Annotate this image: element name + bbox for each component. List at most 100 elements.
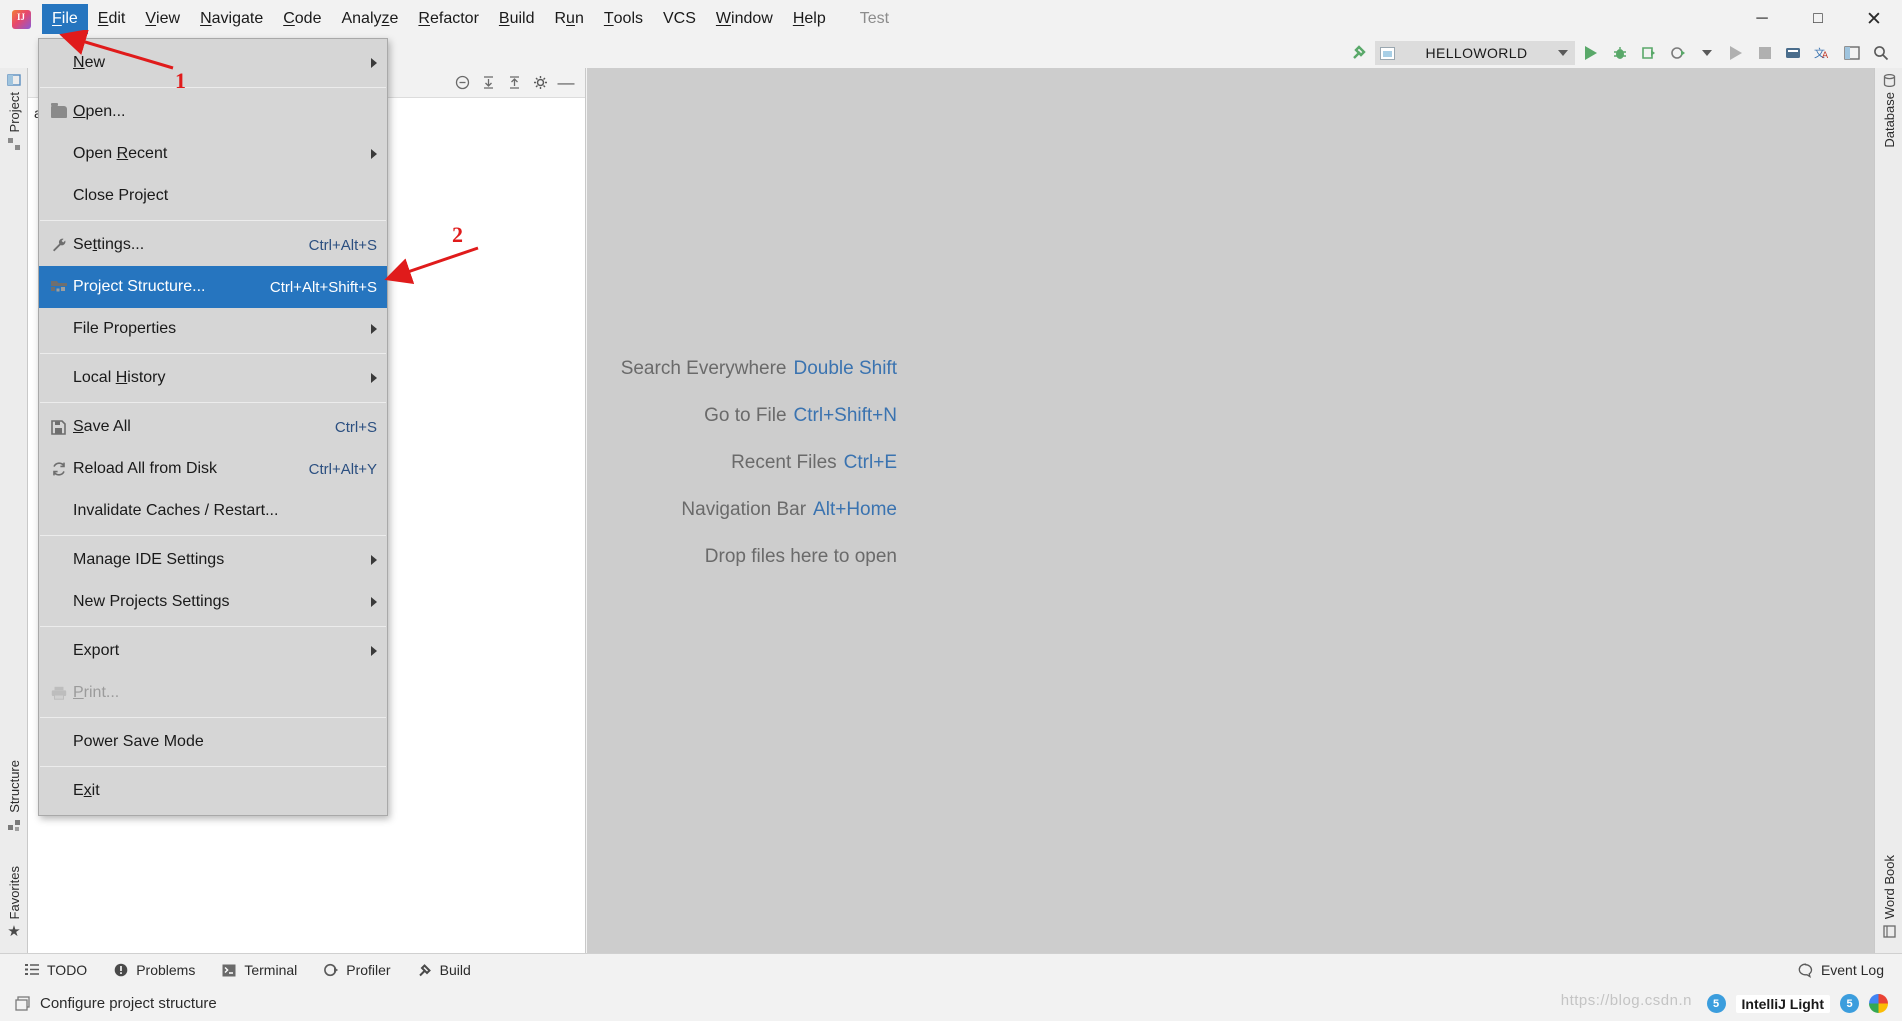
menu-item-label: New <box>73 54 106 71</box>
menu-build[interactable]: Build <box>489 4 545 34</box>
menu-item-file-properties[interactable]: File Properties <box>39 308 387 350</box>
debug-icon[interactable] <box>1607 40 1633 66</box>
minimize-button[interactable]: ─ <box>1734 0 1790 38</box>
menu-item-manage-ide-settings[interactable]: Manage IDE Settings <box>39 539 387 581</box>
bottom-tool-todo[interactable]: TODO <box>24 962 87 978</box>
menu-run[interactable]: Run <box>544 4 593 34</box>
editor-hints: Search Everywhere Double Shift Go to Fil… <box>587 358 1874 593</box>
menu-refactor[interactable]: Refactor <box>408 4 488 34</box>
rerun-icon[interactable] <box>1723 40 1749 66</box>
warning-icon <box>113 962 129 978</box>
menu-analyze[interactable]: Analy z e <box>331 4 408 34</box>
collapse-up-icon[interactable] <box>505 74 523 92</box>
left-strip-project-label[interactable]: Project <box>7 88 22 136</box>
book-icon[interactable] <box>1881 923 1897 939</box>
menu-item-label: File Properties <box>73 320 177 337</box>
search-icon[interactable] <box>1868 40 1894 66</box>
left-strip-structure-label[interactable]: Structure <box>7 756 22 817</box>
menu-item-exit[interactable]: Exit <box>39 770 387 812</box>
bottom-tool-label: Profiler <box>346 962 391 978</box>
project-panel-icon[interactable] <box>6 72 22 88</box>
sync-badge-icon[interactable]: 5 <box>1840 994 1859 1013</box>
left-strip-favorites-label[interactable]: Favorites <box>7 862 22 923</box>
menu-code[interactable]: Code <box>273 4 331 34</box>
close-button[interactable]: ✕ <box>1846 0 1902 38</box>
menu-item-print: Print... <box>39 672 387 714</box>
hint-key: Alt+Home <box>813 499 897 520</box>
menu-item-open[interactable]: Open... <box>39 91 387 133</box>
menu-item-close-project[interactable]: Close Project <box>39 175 387 217</box>
menu-item-label: Open... <box>73 103 126 120</box>
submenu-arrow-icon <box>371 373 377 383</box>
menu-window[interactable]: Window <box>706 4 783 34</box>
menu-navigate[interactable]: Navigate <box>190 4 273 34</box>
layout-icon[interactable] <box>1839 40 1865 66</box>
menu-item-export[interactable]: Export <box>39 630 387 672</box>
chevron-down-icon[interactable] <box>1558 50 1568 56</box>
menu-item-power-save-mode[interactable]: Power Save Mode <box>39 721 387 763</box>
run-icon[interactable] <box>1578 40 1604 66</box>
editor-empty-area[interactable]: Search Everywhere Double Shift Go to Fil… <box>587 68 1874 953</box>
run-configuration-selector[interactable]: HELLOWORLD <box>1375 41 1575 65</box>
list-icon <box>24 962 40 978</box>
right-strip-database-label[interactable]: Database <box>1882 88 1897 152</box>
annotation-number-2: 2 <box>452 222 463 247</box>
settings-gear-icon[interactable] <box>531 74 549 92</box>
bottom-tool-problems[interactable]: Problems <box>113 962 195 978</box>
menu-item-settings[interactable]: Settings... Ctrl+Alt+S <box>39 224 387 266</box>
database-icon[interactable] <box>1881 72 1897 88</box>
menu-item-reload-all-from-disk[interactable]: Reload All from Disk Ctrl+Alt+Y <box>39 448 387 490</box>
menu-separator <box>40 766 386 767</box>
config-icon <box>1380 46 1395 60</box>
theme-indicator[interactable]: IntelliJ Light <box>1735 994 1830 1013</box>
menu-edit[interactable]: Edit <box>88 4 136 34</box>
hide-panel-icon[interactable]: — <box>557 73 575 92</box>
menu-help[interactable]: Help <box>783 4 836 34</box>
translate-icon[interactable]: 文A <box>1810 40 1836 66</box>
collapse-all-icon[interactable] <box>453 74 471 92</box>
hammer-icon[interactable] <box>1346 40 1372 66</box>
menu-file[interactable]: File <box>42 4 88 34</box>
menu-vcs[interactable]: VCS <box>653 4 706 34</box>
menu-item-new[interactable]: New <box>39 42 387 84</box>
file-menu-dropdown[interactable]: New Open... Open Recent Close Project Se… <box>38 38 388 816</box>
profile-dropdown-icon[interactable] <box>1694 40 1720 66</box>
menu-item-label: Project Structure... <box>73 278 206 295</box>
bottom-tool-profiler[interactable]: Profiler <box>323 962 391 978</box>
menu-item-label: Print... <box>73 684 120 701</box>
print-icon <box>51 686 73 700</box>
menu-view[interactable]: View <box>135 4 190 34</box>
menu-item-label: Invalidate Caches / Restart... <box>73 502 279 519</box>
status-right-group: 5 IntelliJ Light 5 <box>1706 994 1902 1013</box>
menu-item-label: Manage IDE Settings <box>73 551 225 568</box>
structure-icon[interactable] <box>6 817 22 833</box>
structure-small-icon[interactable] <box>6 136 22 152</box>
menu-item-open-recent[interactable]: Open Recent <box>39 133 387 175</box>
toolbar-right-group: HELLOWORLD 文A <box>1346 38 1894 68</box>
google-badge-icon[interactable] <box>1869 994 1888 1013</box>
bottom-tool-build[interactable]: Build <box>417 962 471 978</box>
reload-icon <box>51 461 73 477</box>
bottom-tool-event-log-group[interactable]: Event Log <box>1798 962 1902 978</box>
menu-item-local-history[interactable]: Local History <box>39 357 387 399</box>
hint-label: Navigation Bar <box>681 499 807 520</box>
project-structure-icon <box>51 280 73 294</box>
git-icon[interactable] <box>1781 40 1807 66</box>
right-strip-wordbook-label[interactable]: Word Book <box>1882 851 1897 923</box>
expand-all-icon[interactable] <box>479 74 497 92</box>
hint-label: Drop files here to open <box>704 546 897 567</box>
intellij-logo-icon <box>6 4 36 34</box>
profile-icon[interactable] <box>1665 40 1691 66</box>
menu-item-label: Power Save Mode <box>73 733 204 750</box>
run-with-coverage-icon[interactable] <box>1636 40 1662 66</box>
menu-tools[interactable]: Tools <box>594 4 653 34</box>
menu-item-invalidate-caches[interactable]: Invalidate Caches / Restart... <box>39 490 387 532</box>
badge-icon[interactable]: 5 <box>1706 994 1726 1013</box>
menu-item-new-projects-settings[interactable]: New Projects Settings <box>39 581 387 623</box>
star-icon[interactable]: ★ <box>6 923 22 940</box>
menu-item-save-all[interactable]: Save All Ctrl+S <box>39 406 387 448</box>
bottom-tool-terminal[interactable]: Terminal <box>221 962 297 978</box>
stop-icon[interactable] <box>1752 40 1778 66</box>
menu-item-project-structure[interactable]: Project Structure... Ctrl+Alt+Shift+S <box>39 266 387 308</box>
maximize-button[interactable]: □ <box>1790 0 1846 38</box>
